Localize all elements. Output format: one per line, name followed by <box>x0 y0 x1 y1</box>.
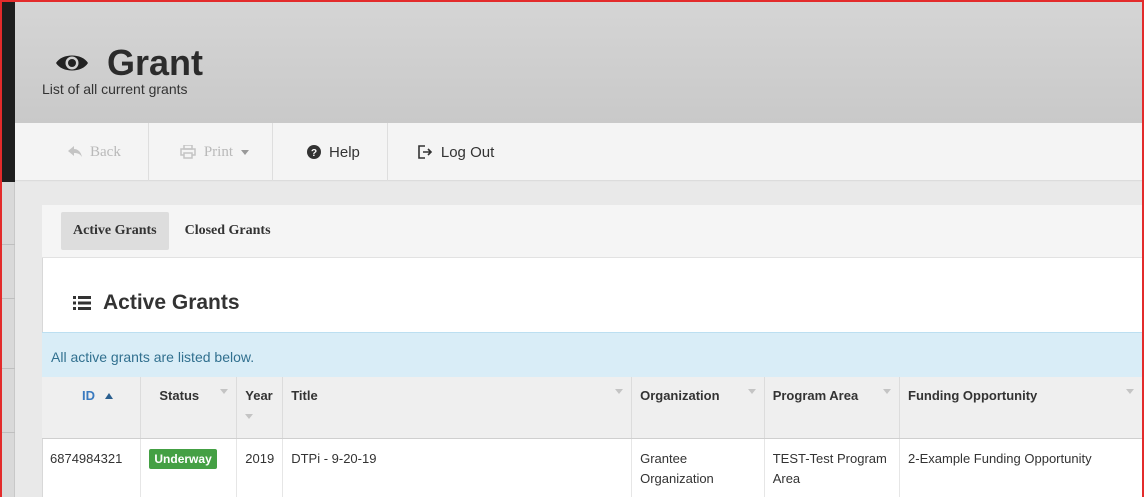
help-button[interactable]: ? Help <box>273 123 388 181</box>
cell-program-area: TEST-Test Program Area <box>763 438 900 497</box>
help-label: Help <box>329 143 360 161</box>
left-edge-bar <box>2 2 15 182</box>
toolbar: Back Print ? Help Log Out <box>15 123 1142 181</box>
print-button[interactable]: Print <box>149 123 274 181</box>
page-header: Grant List of all current grants <box>15 2 1142 123</box>
back-label: Back <box>90 143 121 160</box>
column-header-program-area[interactable]: Program Area <box>763 377 900 439</box>
column-header-funding-opportunity[interactable]: Funding Opportunity <box>899 377 1142 439</box>
grants-table: ID Status Year Title Organization Progra… <box>42 377 1142 497</box>
column-header-title[interactable]: Title <box>282 377 632 439</box>
cell-funding-opportunity: 2-Example Funding Opportunity <box>899 438 1142 497</box>
sort-icon <box>747 389 756 394</box>
sort-icon <box>1126 389 1134 394</box>
page-subtitle: List of all current grants <box>42 81 188 97</box>
info-message: All active grants are listed below. <box>42 332 1142 377</box>
tab-closed-grants[interactable]: Closed Grants <box>173 212 283 250</box>
tab-active-grants[interactable]: Active Grants <box>61 212 169 250</box>
page-title: Grant <box>55 42 203 84</box>
section-title: Active Grants <box>73 291 240 315</box>
table-header-row: ID Status Year Title Organization Progra… <box>42 377 1142 439</box>
reply-arrow-icon <box>68 146 82 157</box>
cell-status: Underway <box>140 438 237 497</box>
logout-label: Log Out <box>440 143 495 161</box>
page-title-text: Grant <box>107 42 204 83</box>
sort-ascending-icon <box>105 393 113 399</box>
section-title-text: Active Grants <box>103 291 240 314</box>
column-header-status[interactable]: Status <box>140 377 237 439</box>
sort-icon <box>245 414 254 419</box>
sort-icon <box>883 389 892 394</box>
cell-id: 6874984321 <box>50 450 123 466</box>
column-header-organization[interactable]: Organization <box>631 377 765 439</box>
eye-icon <box>56 55 88 71</box>
question-circle-icon: ? <box>307 145 322 159</box>
logout-button[interactable]: Log Out <box>388 123 522 181</box>
list-icon <box>73 296 91 310</box>
grant-tabs: Active Grants Closed Grants <box>42 205 1142 258</box>
back-button[interactable]: Back <box>15 123 149 181</box>
left-edge-strip <box>2 182 15 497</box>
cell-year: 2019 <box>236 438 283 497</box>
cell-title: DTPi - 9-20-19 <box>282 438 632 497</box>
sign-out-icon <box>418 145 433 159</box>
status-badge: Underway <box>149 448 217 469</box>
svg-text:?: ? <box>311 148 317 159</box>
caret-down-icon <box>241 149 250 155</box>
cell-organization: Grantee Organization <box>631 438 765 497</box>
column-header-year[interactable]: Year <box>236 377 283 439</box>
sort-icon <box>220 389 229 394</box>
print-label: Print <box>203 143 234 160</box>
printer-icon <box>180 145 196 159</box>
column-header-id[interactable]: ID <box>42 377 141 439</box>
window-frame: Grant List of all current grants Back Pr… <box>0 0 1144 497</box>
table-row[interactable]: 6874984321 Underway 2019 DTPi - 9-20-19 … <box>42 438 1142 497</box>
sort-icon <box>615 389 624 394</box>
